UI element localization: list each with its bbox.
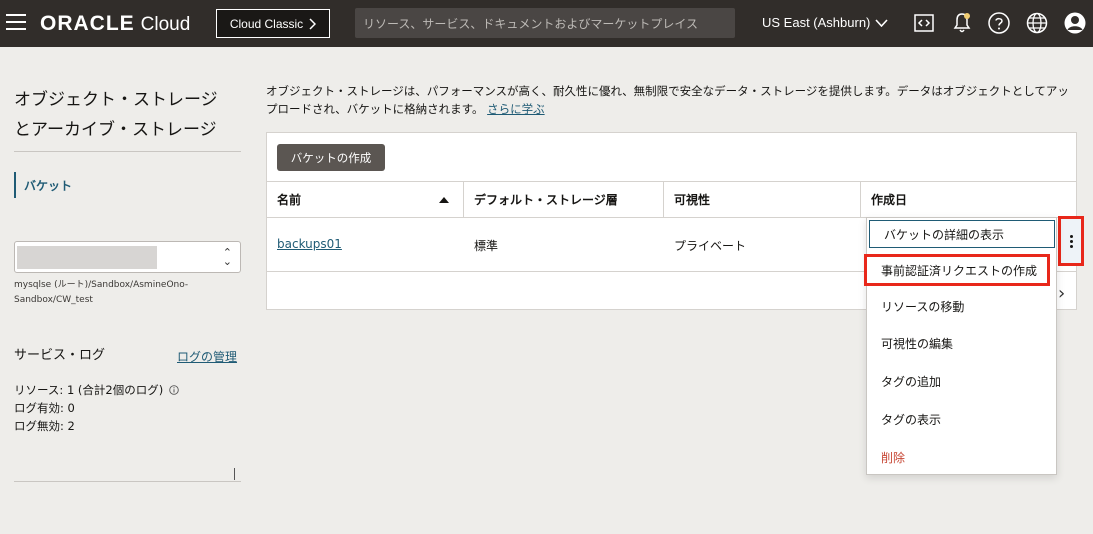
column-header-created[interactable]: 作成日: [861, 182, 1076, 217]
hamburger-menu-icon[interactable]: [6, 14, 26, 32]
log-resources-row: リソース: 1 (合計2個のログ): [14, 381, 179, 399]
log-stats: リソース: 1 (合計2個のログ) ログ有効: 0 ログ無効: 2: [14, 381, 179, 435]
menu-item-view-tags[interactable]: タグの表示: [867, 402, 1056, 436]
menu-item-delete[interactable]: 削除: [867, 440, 1056, 474]
oracle-cloud-logo[interactable]: ORACLE Cloud: [40, 12, 190, 36]
search-input[interactable]: リソース、サービス、ドキュメントおよびマーケットプレイス: [355, 8, 735, 38]
cloud-classic-button[interactable]: Cloud Classic: [216, 9, 330, 38]
left-panel: オブジェクト・ストレージ とアーカイブ・ストレージ バケット: [14, 85, 241, 198]
column-header-label: 可視性: [674, 193, 711, 207]
create-bucket-button[interactable]: バケットの作成: [277, 144, 385, 171]
menu-item-add-tags[interactable]: タグの追加: [867, 364, 1056, 398]
region-label: US East (Ashburn): [762, 15, 871, 30]
logs-enabled: ログ有効: 0: [14, 401, 75, 415]
table-header: 名前 デフォルト・ストレージ層 可視性 作成日: [267, 181, 1076, 218]
top-bar: ORACLE Cloud Cloud Classic リソース、サービス、ドキュ…: [0, 0, 1093, 47]
page-title-line2: とアーカイブ・ストレージ: [14, 120, 217, 140]
column-header-storage-tier[interactable]: デフォルト・ストレージ層: [464, 182, 664, 217]
cloud-classic-label: Cloud Classic: [229, 16, 304, 31]
row-actions-button[interactable]: [1058, 216, 1084, 266]
redacted-compartment-name: [17, 246, 157, 269]
bell-icon[interactable]: [950, 11, 974, 35]
bucket-storage-tier: 標準: [474, 239, 499, 253]
description-text: オブジェクト・ストレージは、パフォーマンスが高く、耐久性に優れ、無制限で安全なデ…: [266, 84, 1069, 116]
help-icon[interactable]: [987, 11, 1011, 35]
manage-logs-link[interactable]: ログの管理: [177, 348, 237, 365]
next-page-chevron-icon[interactable]: ›: [1058, 283, 1065, 304]
up-down-chevron-icon: ⌃ ⌄: [222, 246, 232, 268]
divider: [14, 151, 241, 152]
compartment-selector[interactable]: ⌃ ⌄: [14, 241, 241, 273]
logo-product: Cloud: [140, 14, 191, 35]
column-header-label: デフォルト・ストレージ層: [474, 193, 618, 207]
kebab-icon: [1069, 234, 1073, 248]
column-header-name[interactable]: 名前: [267, 182, 464, 217]
region-selector[interactable]: US East (Ashburn): [762, 15, 888, 30]
info-icon[interactable]: [169, 385, 179, 395]
logo-brand: ORACLE: [40, 12, 135, 35]
column-header-label: 名前: [277, 193, 302, 207]
bucket-name-link[interactable]: backups01: [277, 237, 342, 251]
resize-handle[interactable]: [234, 468, 235, 480]
learn-more-link[interactable]: さらに学ぶ: [487, 102, 545, 116]
sidebar-item-label: バケット: [24, 178, 73, 193]
chevron-right-icon: [309, 17, 317, 30]
bucket-visibility: プライベート: [674, 239, 747, 253]
page-title: オブジェクト・ストレージ とアーカイブ・ストレージ: [14, 85, 241, 145]
menu-item-move-resource[interactable]: リソースの移動: [867, 289, 1056, 323]
sidebar-item-buckets[interactable]: バケット: [14, 172, 241, 198]
row-actions-menu: バケットの詳細の表示 事前認証済リクエストの作成 リソースの移動 可視性の編集 …: [864, 217, 1057, 475]
code-editor-icon[interactable]: [912, 11, 936, 35]
column-header-label: 作成日: [871, 193, 908, 207]
page-title-line1: オブジェクト・ストレージ: [14, 90, 218, 110]
menu-item-edit-visibility[interactable]: 可視性の編集: [867, 326, 1056, 360]
menu-item-create-preauth-request[interactable]: 事前認証済リクエストの作成: [864, 254, 1050, 286]
menu-item-view-details[interactable]: バケットの詳細の表示: [869, 220, 1055, 248]
column-header-visibility[interactable]: 可視性: [664, 182, 861, 217]
logs-disabled: ログ無効: 2: [14, 419, 75, 433]
sort-ascending-icon[interactable]: [439, 197, 449, 203]
log-resources: リソース: 1 (合計2個のログ): [14, 383, 164, 397]
search-placeholder: リソース、サービス、ドキュメントおよびマーケットプレイス: [363, 16, 699, 31]
chevron-down-icon: [875, 18, 888, 27]
service-logs-title: サービス・ログ: [14, 348, 106, 363]
divider: [14, 481, 241, 482]
compartment-path: mysqlse (ルート)/Sandbox/AsmineOno-Sandbox/…: [14, 280, 189, 305]
globe-icon[interactable]: [1025, 11, 1049, 35]
user-icon[interactable]: [1063, 11, 1087, 35]
description: オブジェクト・ストレージは、パフォーマンスが高く、耐久性に優れ、無制限で安全なデ…: [266, 82, 1076, 118]
